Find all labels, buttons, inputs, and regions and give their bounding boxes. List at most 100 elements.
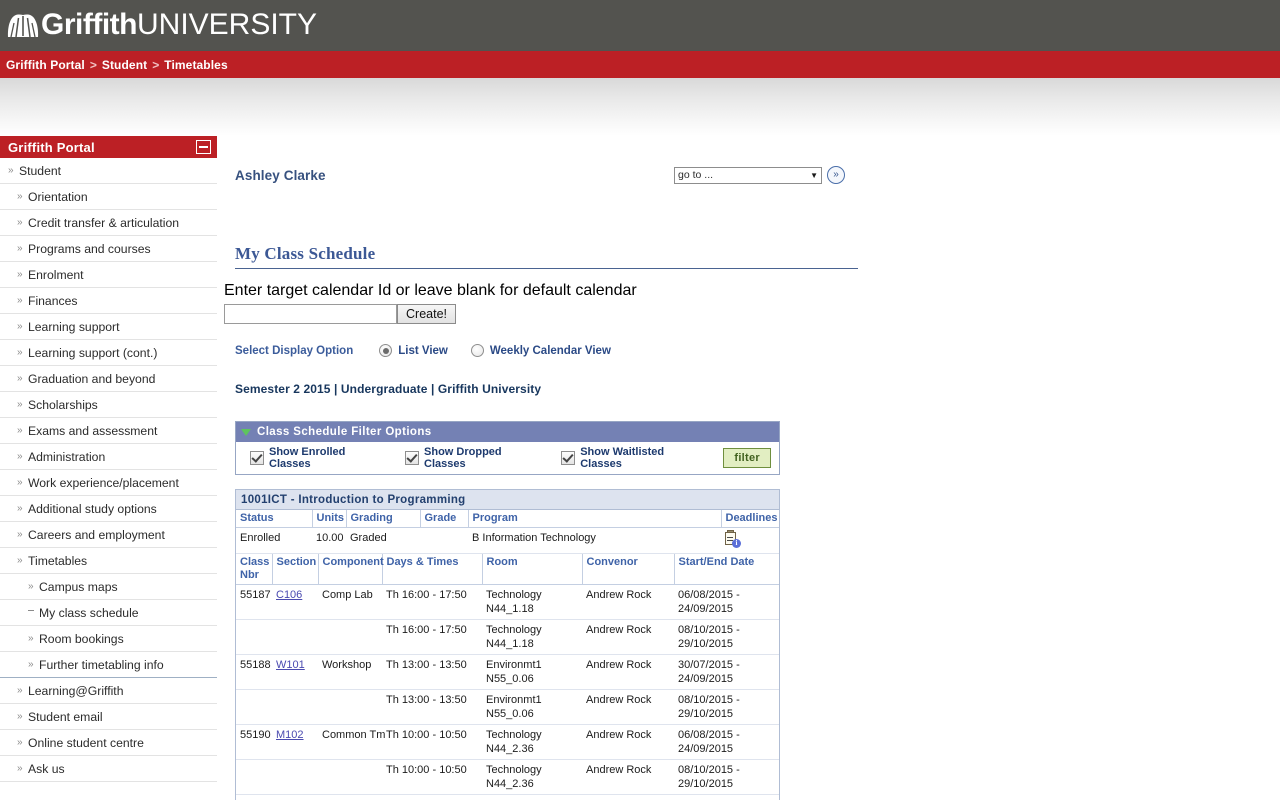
sidebar-item-student-email[interactable]: » Student email: [0, 704, 217, 730]
chevron-right-icon: »: [17, 451, 23, 462]
sidebar-item-ask-us[interactable]: » Ask us: [0, 756, 217, 782]
breadcrumb-item-timetables[interactable]: Timetables: [164, 58, 227, 72]
checkbox-waitlisted-icon: [561, 451, 576, 465]
sidebar-item-learning-griffith[interactable]: » Learning@Griffith: [0, 678, 217, 704]
chevron-right-icon: »: [28, 633, 34, 644]
cell-class-nbr: [236, 689, 272, 725]
cell-status: Enrolled: [236, 527, 312, 554]
col-section: Section: [272, 554, 319, 585]
cell-start-end-date: 28/07/2015 -: [674, 794, 779, 800]
minimize-icon[interactable]: [196, 140, 211, 154]
cell-grade: [420, 527, 468, 554]
sidebar-item-label: Orientation: [28, 189, 88, 204]
goto-control: go to ... ▼ »: [674, 166, 845, 184]
sidebar-item-additional-study-options[interactable]: » Additional study options: [0, 496, 217, 522]
filter-panel-header[interactable]: Class Schedule Filter Options: [236, 422, 779, 442]
create-button[interactable]: Create!: [397, 304, 456, 324]
sidebar-item-my-class-schedule[interactable]: My class schedule: [0, 600, 217, 626]
breadcrumb-separator: >: [89, 57, 97, 72]
sidebar-item-orientation[interactable]: » Orientation: [0, 184, 217, 210]
sidebar-item-graduation-and-beyond[interactable]: » Graduation and beyond: [0, 366, 217, 392]
sidebar-item-exams-and-assessment[interactable]: » Exams and assessment: [0, 418, 217, 444]
sidebar-item-credit-transfer-articulation[interactable]: » Credit transfer & articulation: [0, 210, 217, 236]
date-line-2: 24/09/2015: [678, 743, 734, 755]
chevron-right-icon: »: [17, 737, 23, 748]
sidebar-item-room-bookings[interactable]: » Room bookings: [0, 626, 217, 652]
chevron-right-icon: »: [17, 191, 23, 202]
course-summary-header-row: Status Units Grading Grade Program Deadl…: [236, 510, 779, 528]
cell-class-nbr: 55190: [236, 724, 272, 760]
cell-start-end-date: 08/10/2015 - 29/10/2015: [674, 619, 779, 655]
checkbox-show-waitlisted-classes[interactable]: Show Waitlisted Classes: [561, 446, 700, 470]
sidebar-item-label: Further timetabling info: [39, 657, 164, 672]
griffith-logo[interactable]: GriffithUNIVERSITY: [6, 4, 317, 46]
page-title: My Class Schedule: [235, 244, 858, 269]
cell-component: [318, 759, 382, 795]
sidebar-item-label: Timetables: [28, 553, 88, 568]
sidebar-item-student[interactable]: » Student: [0, 158, 217, 184]
sidebar-item-campus-maps[interactable]: » Campus maps: [0, 574, 217, 600]
table-row: Th 10:00 - 10:50 Technology N44_2.36 Andrew…: [236, 759, 779, 795]
sidebar-item-finances[interactable]: » Finances: [0, 288, 217, 314]
sidebar-item-careers-and-employment[interactable]: » Careers and employment: [0, 522, 217, 548]
class-table-header-row: Class Nbr Section Component Days & Times…: [236, 554, 779, 585]
calendar-form: Create!: [224, 304, 1280, 324]
col-grade: Grade: [420, 510, 469, 528]
cell-days-times: Th 13:00 - 13:50: [382, 654, 482, 690]
sidebar-item-work-experience-placement[interactable]: » Work experience/placement: [0, 470, 217, 496]
section-link[interactable]: W101: [276, 659, 305, 671]
sidebar-item-label: Online student centre: [28, 735, 144, 750]
col-program: Program: [468, 510, 722, 528]
breadcrumb-item-portal[interactable]: Griffith Portal: [6, 58, 85, 72]
sidebar-item-enrolment[interactable]: » Enrolment: [0, 262, 217, 288]
checkbox-show-enrolled-classes[interactable]: Show Enrolled Classes: [250, 446, 382, 470]
calendar-id-input[interactable]: [224, 304, 397, 324]
radio-weekly-calendar-view[interactable]: Weekly Calendar View: [470, 344, 611, 357]
cell-room: Environmt1 N55_0.06: [482, 654, 582, 690]
class-schedule-filter-panel: Class Schedule Filter Options Show Enrol…: [235, 421, 780, 475]
sidebar-item-programs-and-courses[interactable]: » Programs and courses: [0, 236, 217, 262]
filter-button[interactable]: filter: [723, 448, 771, 468]
radio-list-view[interactable]: List View: [379, 344, 448, 357]
breadcrumb: Griffith Portal > Student > Timetables: [0, 51, 1280, 78]
checkbox-dropped-label: Show Dropped Classes: [424, 446, 502, 470]
sidebar-item-online-student-centre[interactable]: » Online student centre: [0, 730, 217, 756]
chevron-right-icon: »: [17, 711, 23, 722]
date-line-1: 06/08/2015 -: [678, 729, 740, 741]
section-link[interactable]: C106: [276, 589, 302, 601]
goto-select[interactable]: go to ... ▼: [674, 166, 822, 184]
checkbox-show-dropped-classes[interactable]: Show Dropped Classes: [405, 446, 538, 470]
goto-go-button[interactable]: »: [827, 166, 845, 184]
chevron-right-icon: »: [17, 321, 23, 332]
room-line-1: Environmt1: [486, 694, 542, 706]
sidebar-item-learning-support-cont[interactable]: » Learning support (cont.): [0, 340, 217, 366]
sidebar: Griffith Portal » Student » Orientation » Cre…: [0, 136, 218, 782]
triangle-down-icon[interactable]: [241, 428, 251, 436]
sidebar-item-further-timetabling-info[interactable]: » Further timetabling info: [0, 652, 217, 678]
cell-component: [318, 689, 382, 725]
chevron-right-icon: »: [17, 555, 23, 566]
sidebar-item-label: Learning support (cont.): [28, 345, 158, 360]
cell-class-nbr: 55188: [236, 654, 272, 690]
checkbox-enrolled-label: Show Enrolled Classes: [269, 446, 346, 470]
griffith-book-logo-icon: [7, 14, 39, 38]
sidebar-item-administration[interactable]: » Administration: [0, 444, 217, 470]
breadcrumb-item-student[interactable]: Student: [102, 58, 147, 72]
cell-days-times: Th 16:00 - 17:50: [382, 584, 482, 620]
section-link[interactable]: M102: [276, 729, 304, 741]
table-row: 55190 M102 Common Tm Th 10:00 - 10:50 Techno…: [236, 724, 779, 760]
sidebar-item-scholarships[interactable]: » Scholarships: [0, 392, 217, 418]
sidebar-item-timetables[interactable]: » Timetables: [0, 548, 217, 574]
class-table-body: 55187 C106 Comp Lab Th 16:00 - 17:50 Technol…: [236, 584, 779, 800]
calendar-deadlines-icon[interactable]: i: [725, 530, 741, 548]
col-days-times: Days & Times: [382, 554, 483, 585]
cell-deadlines[interactable]: i: [721, 527, 779, 554]
col-deadlines: Deadlines: [721, 510, 779, 528]
cell-component: Lecture: [318, 794, 382, 800]
table-row: 55187 C106 Comp Lab Th 16:00 - 17:50 Technol…: [236, 584, 779, 620]
sidebar-item-learning-support[interactable]: » Learning support: [0, 314, 217, 340]
semester-info: Semester 2 2015 | Undergraduate | Griffi…: [235, 382, 542, 396]
date-line-1: 08/10/2015 -: [678, 694, 740, 706]
room-line-2: N44_2.36: [486, 778, 534, 790]
calendar-prompt-text: Enter target calendar Id or leave blank …: [224, 282, 637, 299]
